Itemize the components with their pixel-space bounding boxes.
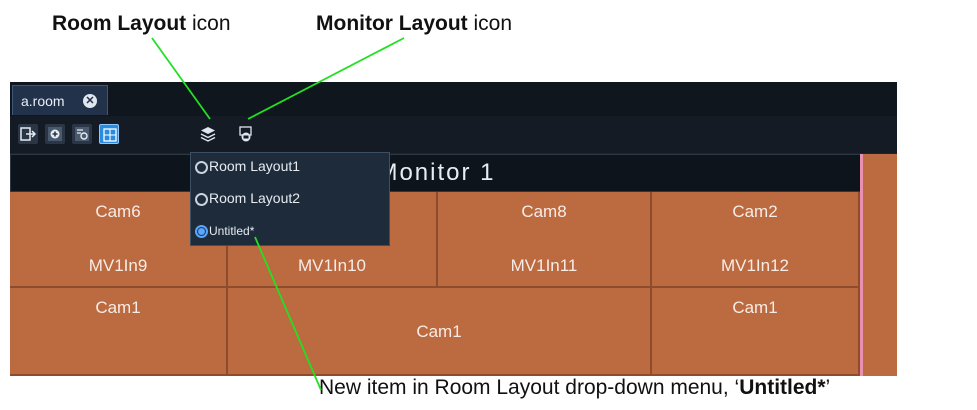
callout-lines: [151, 37, 405, 391]
monitor-layout-callout-line: [247, 37, 405, 120]
new-item-callout-line: [254, 236, 322, 391]
room-layout-callout-line: [151, 37, 211, 120]
